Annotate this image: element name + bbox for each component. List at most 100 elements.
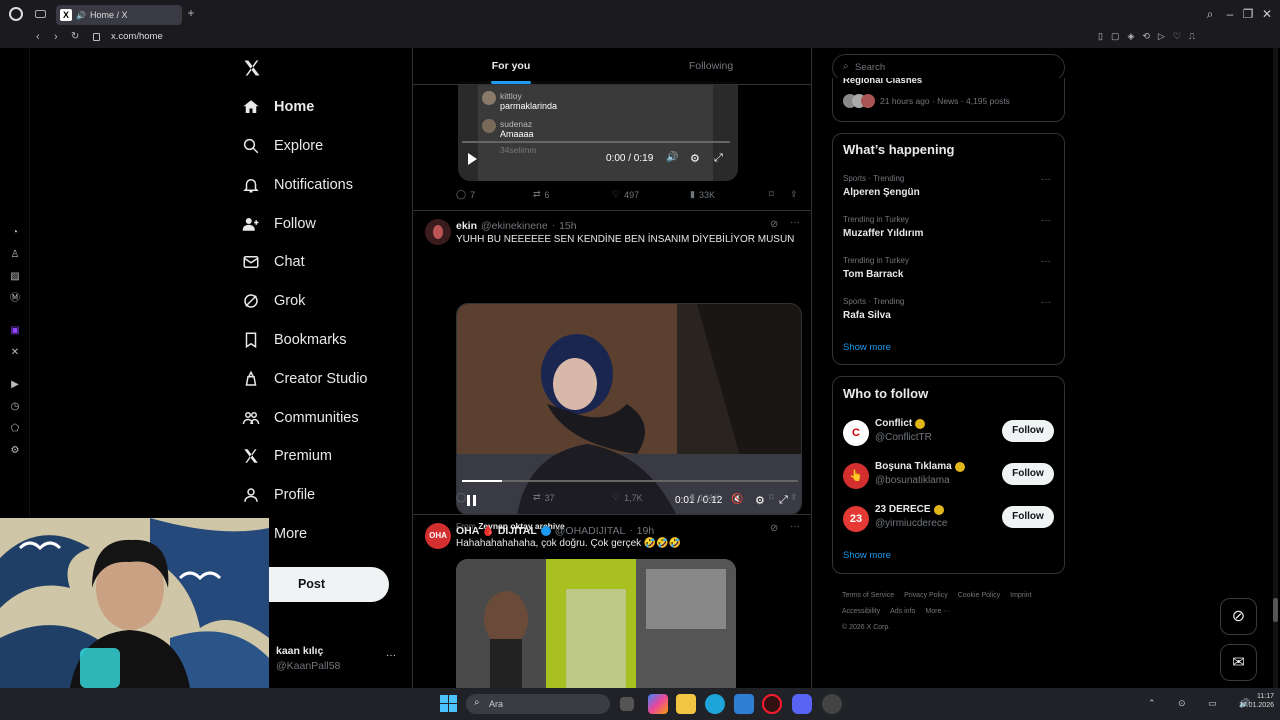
tweet-more-icon[interactable]: ··· <box>790 217 800 228</box>
opera-logo-icon[interactable] <box>9 7 23 21</box>
nav-item-grok[interactable]: Grok <box>242 286 305 316</box>
history-icon[interactable]: ◷ <box>8 400 22 414</box>
file-explorer-icon[interactable] <box>676 694 696 714</box>
account-more-icon[interactable]: ··· <box>386 650 396 661</box>
search-box[interactable]: ⌕ Search <box>832 54 1065 81</box>
footer-link[interactable]: Cookie Policy <box>958 588 1000 604</box>
start-button[interactable] <box>440 695 457 712</box>
tweet-0[interactable]: kittloy parmaklarinda sudenaz Amaaaa 34sel… <box>413 81 811 210</box>
news-card[interactable]: Regional Clashes 21 hours ago · News · 4… <box>832 78 1065 122</box>
repost-button[interactable]: ⇄ 6 <box>533 189 550 200</box>
obs-icon[interactable] <box>822 694 842 714</box>
edge-icon[interactable] <box>705 694 725 714</box>
close-window-button[interactable]: ✕ <box>1259 6 1275 22</box>
opera-icon[interactable] <box>762 694 782 714</box>
reply-button[interactable]: ◯ <box>456 492 470 503</box>
clock[interactable]: 11:17 17.01.2026 <box>1226 692 1274 710</box>
follow-suggestion[interactable]: 23 23 DERECE @yirmiucderece Follow <box>833 503 1064 539</box>
tab-following[interactable]: Following <box>613 48 809 85</box>
speaker-icon[interactable]: 🔊 <box>76 11 86 20</box>
author-name[interactable]: ekin <box>456 220 477 232</box>
browser-toolbar-icons[interactable]: ▯▢◈⟲▷♡⎍ <box>1098 31 1278 45</box>
browser-tab[interactable]: X 🔊 Home / X <box>56 5 182 25</box>
account-name[interactable]: 23 DERECE <box>875 504 931 515</box>
nav-item-home[interactable]: Home <box>242 92 314 122</box>
x-sidebar-icon[interactable]: ✕ <box>8 346 22 360</box>
show-more-link[interactable]: Show more <box>843 342 891 353</box>
trend-more-icon[interactable]: ··· <box>1041 174 1051 185</box>
search-tabs-icon[interactable]: ⌕ <box>1202 6 1218 22</box>
volume-icon[interactable]: 🔊 <box>666 152 678 163</box>
account-switcher[interactable]: kaan kılıç @KaanPall58 ··· <box>270 640 405 676</box>
fullscreen-icon[interactable]: ⤢ <box>714 152 723 165</box>
grok-float-button[interactable]: ⊘ <box>1220 598 1257 635</box>
discord-icon[interactable] <box>792 694 812 714</box>
messages-float-button[interactable]: ✉ <box>1220 644 1257 681</box>
account-name[interactable]: Conflict <box>875 418 912 429</box>
maximize-button[interactable]: ❐ <box>1240 6 1256 22</box>
like-button[interactable]: ♡ 497 <box>612 189 639 200</box>
minimize-button[interactable]: – <box>1222 6 1238 22</box>
speed-dial-icon[interactable]: ◔ <box>8 226 22 240</box>
video-progress-track[interactable] <box>462 480 798 482</box>
play-icon[interactable] <box>468 153 477 165</box>
aria-icon[interactable]: ♙ <box>8 248 22 262</box>
back-icon[interactable]: ‹ <box>36 31 40 43</box>
trend-item[interactable]: Trending in Turkey Muzaffer Yıldırım ··· <box>833 213 1064 251</box>
tweet-0-video[interactable]: kittloy parmaklarinda sudenaz Amaaaa 34sel… <box>458 81 738 181</box>
footer-link[interactable]: Imprint <box>1010 588 1031 604</box>
footer-link[interactable]: Ads info <box>890 604 915 620</box>
tweet-2[interactable]: OHA OHA 🩸 DIJITAL @OHADIJITAL · 19h ⊘ ··… <box>413 515 811 688</box>
nav-item-profile[interactable]: Profile <box>242 480 315 510</box>
tweet-2-image[interactable] <box>456 559 736 688</box>
tweet-1-video[interactable]: 0:01 / 0:12 🔇 ⚙ ⤢ <box>456 303 802 515</box>
nav-item-explore[interactable]: Explore <box>242 131 323 161</box>
share-button[interactable]: ⇪ <box>790 492 798 503</box>
reply-button[interactable]: ◯ 7 <box>456 189 475 200</box>
bookmark-button[interactable]: ⌑ <box>769 492 774 503</box>
trend-item[interactable]: Trending in Turkey Tom Barrack ··· <box>833 254 1064 292</box>
nav-item-communities[interactable]: Communities <box>242 403 359 433</box>
like-button[interactable]: ♡ 1,7K <box>612 492 643 503</box>
trend-more-icon[interactable]: ··· <box>1041 256 1051 267</box>
avatar[interactable]: 👆 <box>843 463 869 489</box>
footer-link[interactable]: Terms of Service <box>842 588 894 604</box>
follow-button[interactable]: Follow <box>1002 506 1054 528</box>
author-name[interactable]: OHA 🩸 DIJITAL <box>456 524 537 537</box>
views-button[interactable]: ▮ 131K <box>690 492 720 503</box>
share-button[interactable]: ⇪ <box>790 189 798 200</box>
video-settings-icon[interactable]: ⚙ <box>690 152 700 165</box>
follow-button[interactable]: Follow <box>1002 420 1054 442</box>
fullscreen-icon[interactable]: ⤢ <box>779 494 788 507</box>
nav-item-premium[interactable]: Premium <box>242 441 332 471</box>
m-icon[interactable]: Ⓜ <box>8 292 22 306</box>
footer-link[interactable]: Accessibility <box>842 604 880 620</box>
page-scrollbar[interactable] <box>1273 48 1278 688</box>
views-button[interactable]: ▮ 33K <box>690 189 715 200</box>
nav-item-notifications[interactable]: Notifications <box>242 170 353 200</box>
trend-item[interactable]: Sports · Trending Alperen Şengün ··· <box>833 172 1064 210</box>
tab-grid-icon[interactable] <box>35 10 46 18</box>
mute-icon[interactable]: 🔇 <box>731 494 743 505</box>
follow-button[interactable]: Follow <box>1002 463 1054 485</box>
workspace-icon[interactable]: ▨ <box>8 270 22 284</box>
repost-button[interactable]: ⇄ 37 <box>533 492 555 503</box>
author-handle[interactable]: @OHADIJITAL <box>555 525 626 537</box>
nav-item-chat[interactable]: Chat <box>242 247 305 277</box>
bookmark-button[interactable]: ⌑ <box>769 189 774 200</box>
trend-item[interactable]: Sports · Trending Rafa Silva ··· <box>833 295 1064 333</box>
extensions-icon[interactable]: ⬠ <box>8 422 22 436</box>
tweet-more-icon[interactable]: ··· <box>790 521 800 532</box>
avatar[interactable]: C <box>843 420 869 446</box>
footer-link[interactable]: Privacy Policy <box>904 588 948 604</box>
video-progress-track[interactable] <box>462 141 730 143</box>
settings-icon[interactable]: ⚙ <box>8 444 22 458</box>
nav-item-follow[interactable]: Follow <box>242 209 316 239</box>
avatar[interactable]: OHA <box>425 523 451 549</box>
show-more-link[interactable]: Show more <box>843 550 891 561</box>
twitch-icon[interactable]: ▣ <box>8 324 22 338</box>
new-tab-button[interactable]: + <box>185 7 197 19</box>
trend-more-icon[interactable]: ··· <box>1041 215 1051 226</box>
tweet-time[interactable]: 19h <box>637 525 655 537</box>
avatar[interactable] <box>425 219 451 245</box>
